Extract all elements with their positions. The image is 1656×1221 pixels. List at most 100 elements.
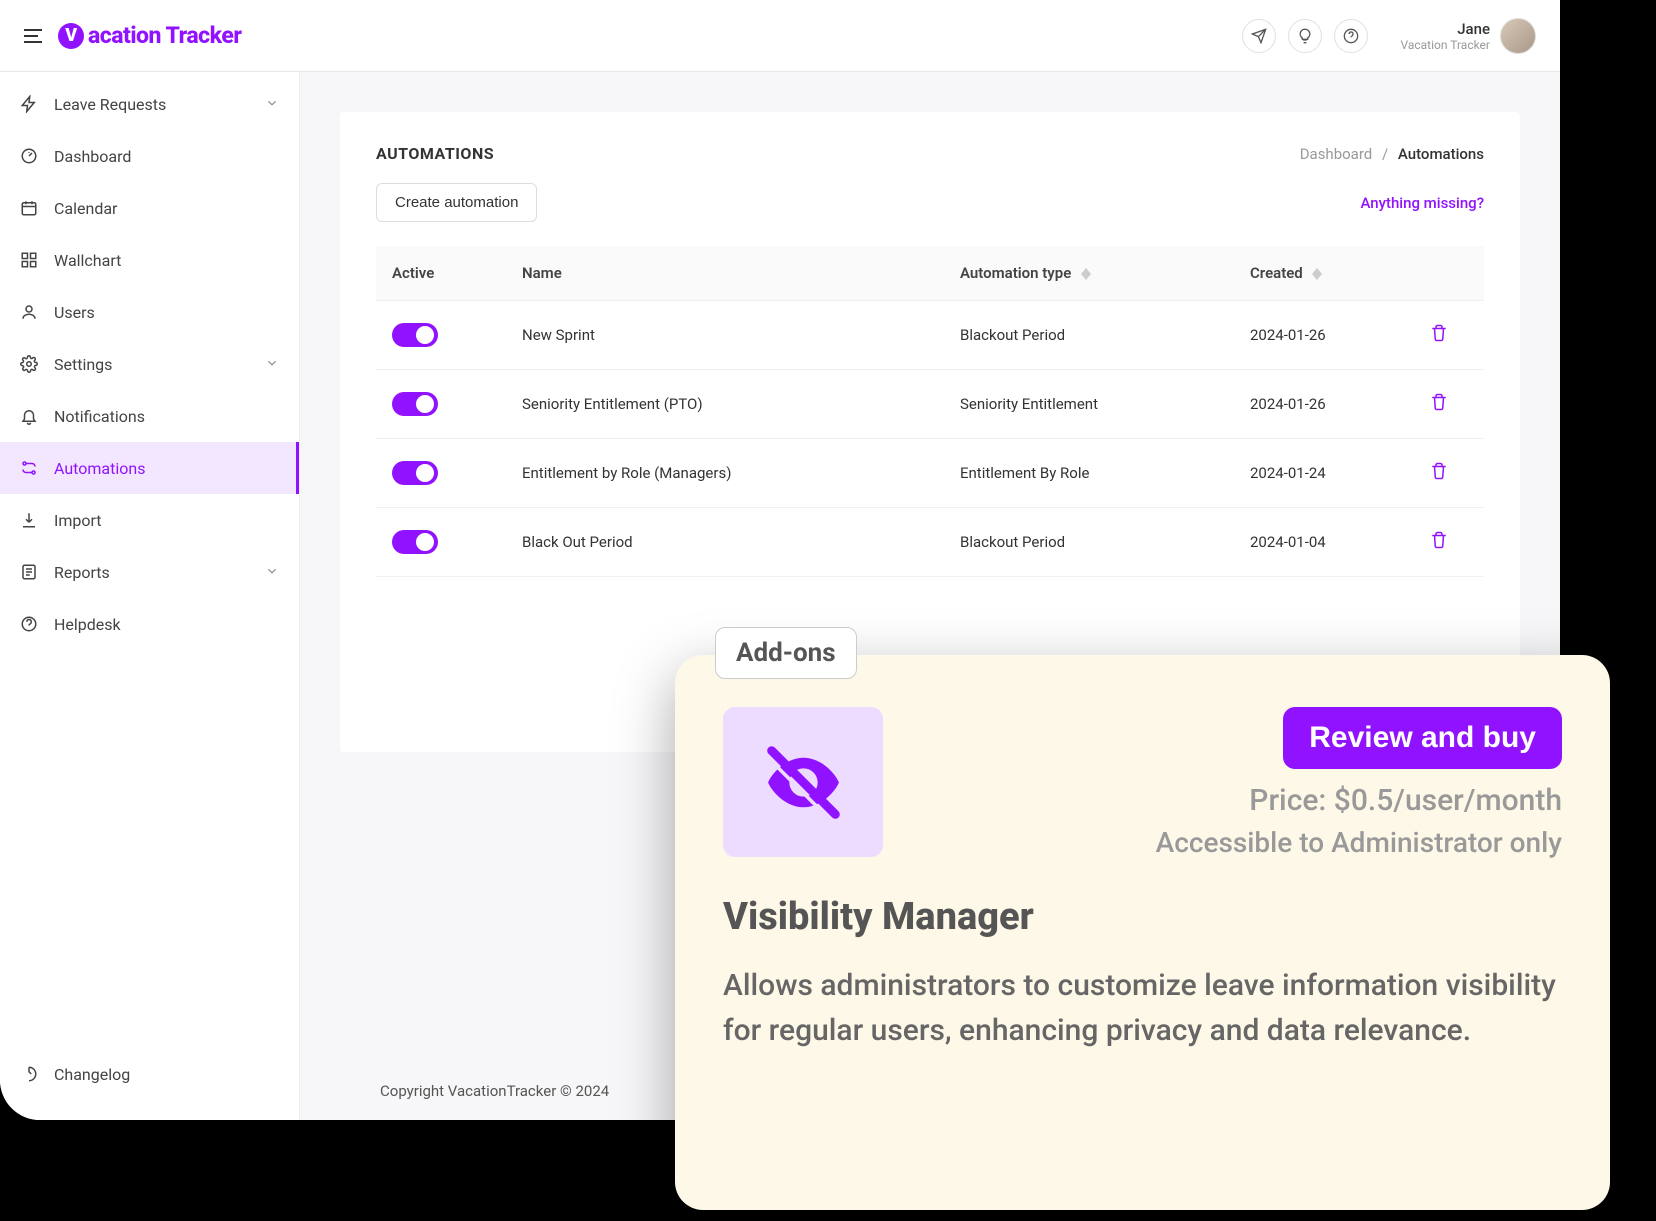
- changelog-icon: [20, 1065, 38, 1083]
- automation-icon: [20, 459, 38, 477]
- chevron-down-icon: [265, 95, 279, 114]
- eye-off-icon: [761, 740, 846, 825]
- active-toggle[interactable]: [392, 392, 438, 416]
- sidebar-item-label: Changelog: [54, 1065, 130, 1084]
- helpdesk-icon: [20, 615, 38, 633]
- user-menu[interactable]: Jane Vacation Tracker: [1400, 18, 1536, 54]
- grid-icon: [20, 251, 38, 269]
- sidebar-item-reports[interactable]: Reports: [0, 546, 299, 598]
- bulb-icon: [1297, 28, 1313, 44]
- trash-icon: [1430, 462, 1448, 480]
- reports-icon: [20, 563, 38, 581]
- paper-plane-icon: [1251, 28, 1267, 44]
- create-automation-button[interactable]: Create automation: [376, 183, 537, 222]
- import-icon: [20, 511, 38, 529]
- addon-price: Price: $0.5/user/month: [1156, 783, 1562, 818]
- delete-button[interactable]: [1430, 328, 1448, 346]
- logo-badge-icon: V: [58, 23, 84, 49]
- cell-created: 2024-01-26: [1234, 370, 1414, 439]
- table-row: Black Out PeriodBlackout Period2024-01-0…: [376, 508, 1484, 577]
- sidebar-item-label: Leave Requests: [54, 95, 166, 114]
- brand-text: acation Tracker: [88, 22, 241, 49]
- calendar-icon: [20, 199, 38, 217]
- th-created[interactable]: Created: [1234, 246, 1414, 301]
- trash-icon: [1430, 531, 1448, 549]
- cell-created: 2024-01-24: [1234, 439, 1414, 508]
- cell-created: 2024-01-04: [1234, 508, 1414, 577]
- sidebar-item-wallchart[interactable]: Wallchart: [0, 234, 299, 286]
- th-name[interactable]: Name: [506, 246, 944, 301]
- sidebar-item-label: Reports: [54, 563, 110, 582]
- idea-button[interactable]: [1288, 19, 1322, 53]
- sidebar-item-label: Import: [54, 511, 102, 530]
- addon-badge: Add-ons: [715, 627, 857, 679]
- menu-toggle-button[interactable]: [24, 26, 44, 46]
- lightning-icon: [20, 95, 38, 113]
- user-icon: [20, 303, 38, 321]
- cell-name: Seniority Entitlement (PTO): [506, 370, 944, 439]
- cell-type: Blackout Period: [944, 301, 1234, 370]
- sidebar-item-calendar[interactable]: Calendar: [0, 182, 299, 234]
- cell-created: 2024-01-26: [1234, 301, 1414, 370]
- automations-table: Active Name Automation type: [376, 246, 1484, 577]
- addon-description: Allows administrators to customize leave…: [723, 963, 1562, 1053]
- sidebar-item-label: Wallchart: [54, 251, 121, 270]
- cell-name: Black Out Period: [506, 508, 944, 577]
- addon-title: Visibility Manager: [723, 895, 1562, 939]
- sidebar-item-notifications[interactable]: Notifications: [0, 390, 299, 442]
- delete-button[interactable]: [1430, 397, 1448, 415]
- bell-icon: [20, 407, 38, 425]
- help-button[interactable]: [1334, 19, 1368, 53]
- table-row: Entitlement by Role (Managers)Entitlemen…: [376, 439, 1484, 508]
- breadcrumb: Dashboard / Automations: [1300, 145, 1484, 163]
- review-and-buy-button[interactable]: Review and buy: [1283, 707, 1562, 769]
- cell-type: Seniority Entitlement: [944, 370, 1234, 439]
- sidebar-item-label: Notifications: [54, 407, 145, 426]
- user-name: Jane: [1400, 20, 1490, 38]
- header-bar: Vacation Tracker Jane Vacation Tracker: [0, 0, 1560, 72]
- delete-button[interactable]: [1430, 466, 1448, 484]
- addon-icon-box: [723, 707, 883, 857]
- table-row: New SprintBlackout Period2024-01-26: [376, 301, 1484, 370]
- sort-icon: [1081, 268, 1091, 280]
- cell-type: Blackout Period: [944, 508, 1234, 577]
- sidebar-item-users[interactable]: Users: [0, 286, 299, 338]
- brand-logo[interactable]: Vacation Tracker: [58, 22, 241, 49]
- sort-icon: [1312, 268, 1322, 280]
- sidebar-item-label: Automations: [54, 459, 145, 478]
- gear-icon: [20, 355, 38, 373]
- sidebar-item-dashboard[interactable]: Dashboard: [0, 130, 299, 182]
- active-toggle[interactable]: [392, 461, 438, 485]
- sidebar-item-label: Calendar: [54, 199, 117, 218]
- trash-icon: [1430, 324, 1448, 342]
- addon-card: Add-ons Review and buy Price: $0.5/user/…: [675, 655, 1610, 1210]
- breadcrumb-sep: /: [1382, 145, 1388, 163]
- sidebar-item-label: Dashboard: [54, 147, 131, 166]
- th-actions: [1414, 246, 1484, 301]
- sidebar-item-label: Settings: [54, 355, 112, 374]
- active-toggle[interactable]: [392, 530, 438, 554]
- sidebar-item-settings[interactable]: Settings: [0, 338, 299, 390]
- th-type[interactable]: Automation type: [944, 246, 1234, 301]
- page-title: AUTOMATIONS: [376, 144, 494, 163]
- avatar: [1500, 18, 1536, 54]
- anything-missing-link[interactable]: Anything missing?: [1360, 194, 1484, 212]
- nav-list: Leave Requests Dashboard Calendar Wallch…: [0, 72, 299, 1038]
- chevron-down-icon: [265, 563, 279, 582]
- active-toggle[interactable]: [392, 323, 438, 347]
- th-active[interactable]: Active: [376, 246, 506, 301]
- sidebar-item-helpdesk[interactable]: Helpdesk: [0, 598, 299, 650]
- user-subtitle: Vacation Tracker: [1400, 38, 1490, 52]
- addon-access: Accessible to Administrator only: [1156, 826, 1562, 859]
- gauge-icon: [20, 147, 38, 165]
- delete-button[interactable]: [1430, 535, 1448, 553]
- chevron-down-icon: [265, 355, 279, 374]
- cell-name: Entitlement by Role (Managers): [506, 439, 944, 508]
- sidebar-item-import[interactable]: Import: [0, 494, 299, 546]
- announce-button[interactable]: [1242, 19, 1276, 53]
- sidebar-item-automations[interactable]: Automations: [0, 442, 299, 494]
- breadcrumb-root[interactable]: Dashboard: [1300, 145, 1373, 163]
- question-icon: [1343, 28, 1359, 44]
- sidebar-item-leave-requests[interactable]: Leave Requests: [0, 78, 299, 130]
- sidebar-item-changelog[interactable]: Changelog: [0, 1048, 299, 1100]
